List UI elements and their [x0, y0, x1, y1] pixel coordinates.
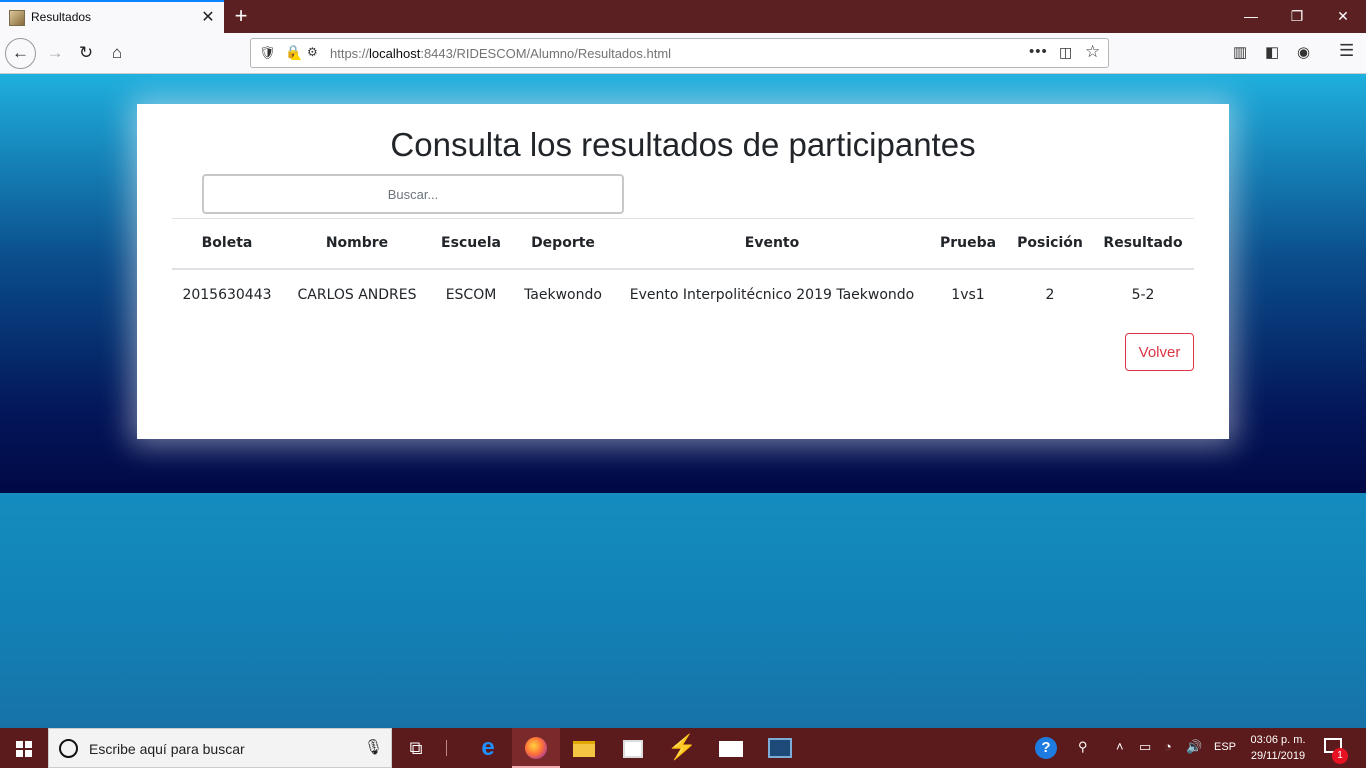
edge-icon[interactable]: e [464, 728, 512, 768]
browser-tab[interactable]: Resultados ✕ [0, 0, 224, 33]
task-view-icon[interactable]: ⧉ [392, 728, 440, 768]
column-header[interactable]: Posición [1008, 218, 1092, 270]
table-cell: Taekwondo [524, 287, 602, 303]
mysql-workbench-icon[interactable] [756, 728, 804, 768]
tracking-shield-icon[interactable]: 🛡 [259, 45, 276, 61]
microphone-icon[interactable]: 🎙 [364, 738, 383, 756]
menu-icon[interactable]: ☰ [1339, 41, 1354, 61]
url-text[interactable]: https://localhost:8443/RIDESCOM/Alumno/R… [330, 46, 671, 61]
close-tab-icon[interactable]: ✕ [198, 8, 218, 28]
forward-arrow-icon[interactable]: → [40, 38, 70, 68]
cortana-icon [59, 739, 78, 758]
permissions-icon[interactable]: ⚙ [307, 45, 318, 59]
table-row: 2015630443 CARLOS ANDRES ESCOM Taekwondo… [172, 269, 1194, 321]
page-background: Consulta los resultados de participantes… [0, 74, 1366, 728]
store-icon[interactable] [609, 728, 657, 768]
table-cell: 1vs1 [951, 287, 985, 303]
taskbar-separator [446, 740, 447, 756]
back-button[interactable]: Volver [1125, 333, 1194, 371]
column-header[interactable]: Escuela [432, 218, 510, 270]
table-cell: 5-2 [1131, 287, 1155, 303]
windows-logo-icon [16, 741, 32, 757]
people-icon[interactable]: ⚲ [1078, 739, 1088, 755]
warning-icon [291, 52, 301, 60]
show-hidden-icons-icon[interactable]: ˄ [1116, 739, 1124, 754]
help-icon[interactable]: ? [1035, 737, 1057, 759]
results-card: Consulta los resultados de participantes… [137, 104, 1229, 439]
clock[interactable]: 03:06 p. m. 29/11/2019 [1242, 732, 1314, 764]
firefox-icon[interactable] [512, 728, 560, 768]
table-cell: CARLOS ANDRES [297, 287, 417, 303]
back-arrow-icon[interactable]: ← [5, 38, 36, 69]
page-title: Consulta los resultados de participantes [390, 126, 976, 163]
taskbar-search[interactable]: Escribe aquí para buscar 🎙 [48, 728, 392, 768]
table-cell: Evento Interpolitécnico 2019 Taekwondo [629, 287, 915, 303]
sidebar-icon[interactable]: ◧ [1265, 43, 1279, 61]
address-bar[interactable]: 🛡 🔒 ⚙ https://localhost:8443/RIDESCOM/Al… [250, 38, 1109, 68]
battery-icon[interactable]: ▭ [1139, 739, 1151, 755]
reload-icon[interactable]: ↻ [71, 38, 101, 68]
new-tab-icon[interactable]: + [230, 5, 252, 27]
column-header[interactable]: Nombre [282, 218, 432, 270]
column-header[interactable]: Boleta [172, 218, 282, 270]
search-input[interactable] [202, 174, 624, 214]
table-cell: ESCOM [445, 287, 497, 303]
table-header-row: Boleta Nombre Escuela Deporte Evento Pru… [172, 218, 1194, 270]
volume-icon[interactable]: 🔊 [1186, 739, 1202, 755]
page-actions-icon[interactable]: ••• [1029, 43, 1048, 60]
hero-background: Consulta los resultados de participantes… [0, 74, 1366, 493]
tab-title: Resultados [31, 10, 92, 24]
window-close-icon[interactable]: ✕ [1320, 0, 1366, 33]
wifi-icon[interactable]: ◔ [1164, 739, 1172, 754]
restore-icon[interactable]: ❐ [1274, 0, 1320, 33]
navigation-toolbar: ← → ↻ ⌂ 🛡 🔒 ⚙ https://localhost:8443/RID… [0, 33, 1366, 74]
taskbar: Escribe aquí para buscar 🎙 ⧉ e ⚡ ? ⚲ ˄ ▭… [0, 728, 1366, 768]
mail-icon[interactable] [707, 728, 755, 768]
start-button[interactable] [0, 728, 48, 768]
minimize-icon[interactable]: — [1228, 0, 1274, 33]
column-header[interactable]: Evento [616, 218, 928, 270]
title-bar: Resultados ✕ + — ❐ ✕ [0, 0, 1366, 33]
file-explorer-icon[interactable] [560, 728, 608, 768]
language-indicator[interactable]: ESP [1214, 741, 1236, 753]
results-table: Boleta Nombre Escuela Deporte Evento Pru… [172, 218, 1194, 321]
pocket-icon[interactable]: ◫ [1059, 44, 1072, 61]
bookmark-star-icon[interactable]: ☆ [1085, 42, 1100, 62]
column-header[interactable]: Resultado [1092, 218, 1194, 270]
column-header[interactable]: Prueba [928, 218, 1008, 270]
home-icon[interactable]: ⌂ [102, 38, 132, 68]
visual-studio-code-icon[interactable]: ⚡ [658, 728, 706, 768]
table-cell: 2015630443 [182, 287, 272, 303]
column-header[interactable]: Deporte [510, 218, 616, 270]
notification-badge: 1 [1332, 748, 1348, 764]
clock-date: 29/11/2019 [1250, 750, 1306, 762]
table-cell: 2 [1045, 287, 1055, 303]
library-icon[interactable]: ▥ [1233, 43, 1247, 61]
account-icon[interactable]: ◉ [1297, 43, 1310, 61]
favicon-icon [9, 10, 25, 26]
taskbar-search-placeholder: Escribe aquí para buscar [89, 741, 245, 757]
clock-time: 03:06 p. m. [1250, 734, 1306, 746]
